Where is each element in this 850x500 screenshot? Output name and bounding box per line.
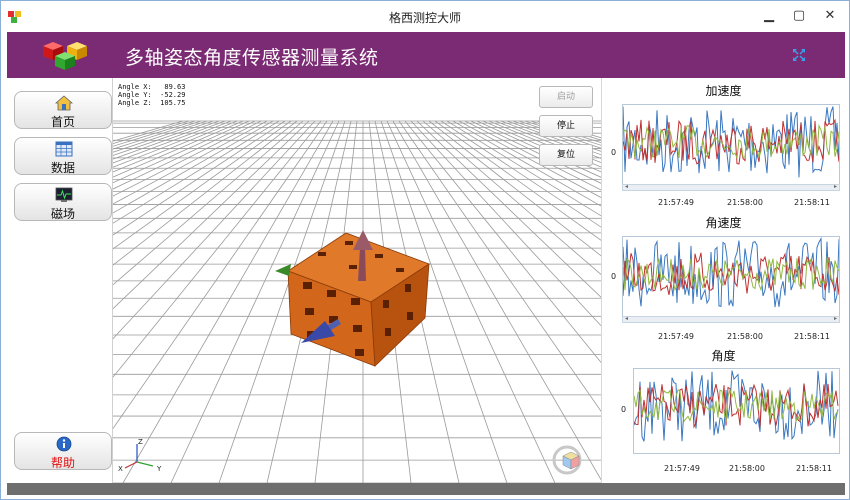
angle-x-label: Angle X: xyxy=(118,83,152,91)
sidebar: 首页 数据 磁场 帮助 xyxy=(7,78,113,483)
monitor-icon xyxy=(55,187,73,202)
reset-button[interactable]: 复位 xyxy=(539,144,593,166)
chart-y-zero-label: 0 xyxy=(621,405,627,414)
angular-velocity-scrollbar[interactable]: ◂ ▸ xyxy=(622,315,840,323)
chart-title: 加速度 xyxy=(705,84,742,98)
x-tick-label: 21:57:49 xyxy=(658,198,694,207)
axis-gizmo: Z X Y xyxy=(118,438,162,473)
sidebar-item-home[interactable]: 首页 xyxy=(14,91,112,129)
angle-z-value: 105.75 xyxy=(160,99,186,107)
chart-title: 角速度 xyxy=(705,216,742,230)
acceleration-plot[interactable] xyxy=(622,104,840,190)
acceleration-scrollbar[interactable]: ◂ ▸ xyxy=(622,183,840,191)
sidebar-item-label: 帮助 xyxy=(50,456,75,470)
red-axis-arrow xyxy=(353,230,373,250)
sidebar-item-label: 数据 xyxy=(50,161,75,175)
angle-x-value: 89.63 xyxy=(164,83,186,91)
y-axis-label: Y xyxy=(156,465,162,473)
chart-y-zero-label: 0 xyxy=(611,272,617,281)
angular-velocity-series xyxy=(622,236,840,308)
sidebar-item-label: 磁场 xyxy=(50,207,75,221)
x-tick-label: 21:57:49 xyxy=(658,332,694,341)
attitude-3d-viewport[interactable]: Angle X: 89.63 Angle Y: -52.29 Angle Z: … xyxy=(113,78,601,483)
angle-plot[interactable] xyxy=(633,368,840,454)
angle-z-label: Angle Z: xyxy=(118,99,152,107)
app-logo-icon xyxy=(43,42,87,70)
table-icon xyxy=(55,141,73,157)
x-tick-label: 21:58:11 xyxy=(794,198,830,207)
minimize-button[interactable]: ▁ xyxy=(758,7,780,25)
x-tick-label: 21:58:11 xyxy=(794,332,830,341)
sidebar-item-magnetic[interactable]: 磁场 xyxy=(14,183,112,221)
close-button[interactable]: ✕ xyxy=(819,7,841,25)
system-title: 多轴姿态角度传感器测量系统 xyxy=(125,47,379,69)
title-bar[interactable]: 格西测控大师 ▁ ▢ ✕ xyxy=(1,1,849,32)
sidebar-item-label: 首页 xyxy=(50,115,75,129)
acceleration-series xyxy=(622,106,840,178)
stop-button[interactable]: 停止 xyxy=(539,115,593,137)
axis-arrows xyxy=(275,230,373,343)
x-tick-label: 21:58:00 xyxy=(729,464,765,473)
start-button[interactable]: 启动 xyxy=(539,86,593,108)
view-cube-icon[interactable] xyxy=(549,442,589,476)
app-window: 格西测控大师 ▁ ▢ ✕ 多轴姿态角度传感器测量系统 首页 数据 磁场 帮助 A… xyxy=(0,0,850,500)
red-axis-shaft xyxy=(358,248,366,281)
sidebar-item-data[interactable]: 数据 xyxy=(14,137,112,175)
x-tick-label: 21:58:00 xyxy=(727,198,763,207)
chart-title: 角度 xyxy=(711,349,736,363)
angular-velocity-plot[interactable] xyxy=(622,236,840,322)
x-tick-label: 21:57:49 xyxy=(664,464,700,473)
z-axis-label: Z xyxy=(138,438,143,446)
fullscreen-icon[interactable] xyxy=(791,47,807,63)
sidebar-item-help[interactable]: 帮助 xyxy=(14,432,112,470)
charts-panel: 加速度 0 ◂ ▸ 21:57:49 21:58:00 21:58:11 角速度 … xyxy=(601,78,845,483)
angle-y-label: Angle Y: xyxy=(118,91,152,99)
window-title: 格西测控大师 xyxy=(388,11,461,25)
info-icon xyxy=(56,436,72,452)
status-bar xyxy=(7,483,845,495)
chart-y-zero-label: 0 xyxy=(611,148,617,157)
maximize-button[interactable]: ▢ xyxy=(788,7,810,25)
green-axis-arrow xyxy=(275,264,291,276)
app-header: 多轴姿态角度传感器测量系统 xyxy=(7,32,845,78)
x-tick-label: 21:58:11 xyxy=(796,464,832,473)
angle-series xyxy=(633,370,839,442)
angle-y-value: -52.29 xyxy=(160,91,186,99)
angle-readout: Angle X: 89.63 Angle Y: -52.29 Angle Z: … xyxy=(118,83,185,107)
x-tick-label: 21:58:00 xyxy=(727,332,763,341)
home-icon xyxy=(55,95,73,111)
x-axis-label: X xyxy=(118,465,123,473)
